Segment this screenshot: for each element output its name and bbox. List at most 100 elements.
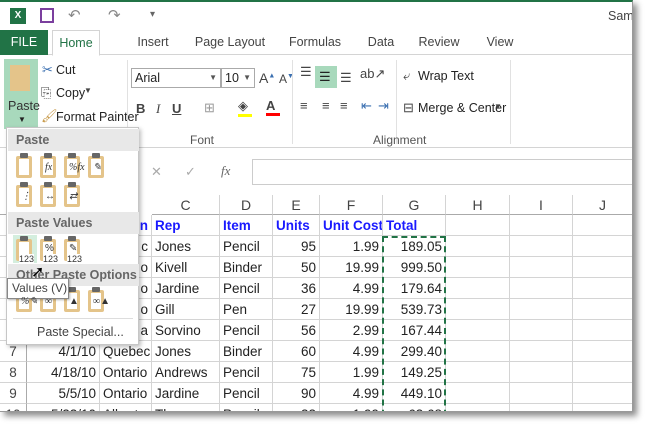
cell[interactable] xyxy=(446,215,510,236)
cell-units[interactable]: 56 xyxy=(273,320,320,341)
cell[interactable] xyxy=(446,236,510,257)
cell[interactable] xyxy=(446,383,510,404)
cell[interactable] xyxy=(446,362,510,383)
cell-rep[interactable]: Jardine xyxy=(152,383,220,404)
align-center-icon[interactable]: ≡ xyxy=(322,98,330,113)
align-right-icon[interactable]: ≡ xyxy=(340,98,348,113)
no-borders-icon[interactable]: ⋮ xyxy=(13,181,37,209)
cell[interactable] xyxy=(510,257,573,278)
tab-insert[interactable]: Insert xyxy=(130,30,176,55)
cell-total[interactable]: 999.50 xyxy=(383,257,446,278)
align-top-icon[interactable]: ☰ xyxy=(300,64,312,80)
cell[interactable] xyxy=(446,320,510,341)
paste-icon[interactable] xyxy=(13,152,37,180)
paste-formulas-icon[interactable]: fx xyxy=(37,152,61,180)
redo-icon[interactable]: ↷ xyxy=(108,6,121,24)
cell[interactable] xyxy=(573,299,632,320)
cell-total[interactable]: 299.40 xyxy=(383,341,446,362)
copy-dropdown-icon[interactable]: ▼ xyxy=(84,86,92,95)
column-header-g[interactable]: G xyxy=(383,195,446,215)
cell[interactable] xyxy=(573,362,632,383)
cell-rep[interactable]: Kivell xyxy=(152,257,220,278)
cell-item[interactable]: Pen xyxy=(220,299,273,320)
column-header-e[interactable]: E xyxy=(273,195,320,215)
cell-rep[interactable]: Thompson xyxy=(152,404,220,411)
underline-button[interactable]: U xyxy=(172,101,181,116)
align-left-icon[interactable]: ≡ xyxy=(300,98,308,113)
cell[interactable] xyxy=(446,404,510,411)
cell[interactable] xyxy=(573,215,632,236)
tab-review[interactable]: Review xyxy=(414,30,464,55)
cell-item[interactable]: Binder xyxy=(220,341,273,362)
cell-rep[interactable]: Jones xyxy=(152,341,220,362)
borders-icon[interactable]: ⊞ xyxy=(204,100,215,116)
cell[interactable] xyxy=(446,299,510,320)
cell-total[interactable]: 167.44 xyxy=(383,320,446,341)
decrease-indent-icon[interactable]: ⇤ xyxy=(361,98,372,114)
fill-color-icon[interactable]: ◈ xyxy=(238,98,252,117)
column-header-j[interactable]: J xyxy=(573,195,632,215)
cell[interactable] xyxy=(573,257,632,278)
cell[interactable] xyxy=(573,236,632,257)
cell-item[interactable]: Pencil xyxy=(220,383,273,404)
values-source-formatting-icon[interactable]: ✎ 123 xyxy=(61,235,85,264)
values-number-format-icon[interactable]: % 123 xyxy=(37,235,61,264)
header-cell-item[interactable]: Item xyxy=(220,215,273,236)
tab-home[interactable]: Home xyxy=(52,30,100,56)
tab-data[interactable]: Data xyxy=(362,30,400,55)
cell-unit-cost[interactable]: 4.99 xyxy=(320,341,383,362)
header-cell-unit_cost[interactable]: Unit Cost xyxy=(320,215,383,236)
font-name-combo[interactable]: Arial ▼ xyxy=(131,68,221,88)
cancel-icon[interactable]: ✕ xyxy=(151,164,162,180)
column-header-d[interactable]: D xyxy=(220,195,273,215)
save-icon[interactable] xyxy=(40,8,54,23)
customize-qat-icon[interactable]: ▾ xyxy=(150,9,155,20)
cell-item[interactable]: Pencil xyxy=(220,404,273,411)
keep-source-formatting-icon[interactable]: ✎ xyxy=(85,152,109,180)
align-bottom-icon[interactable]: ☰ xyxy=(340,70,352,86)
wrap-text-button[interactable]: Wrap Text xyxy=(418,69,474,83)
cell-units[interactable]: 36 xyxy=(273,278,320,299)
cut-button[interactable]: Cut xyxy=(56,63,75,77)
merge-dropdown-icon[interactable]: ▼ xyxy=(494,102,502,111)
cell-unit-cost[interactable]: 4.99 xyxy=(320,278,383,299)
cell[interactable] xyxy=(573,341,632,362)
cell-units[interactable]: 60 xyxy=(273,341,320,362)
cell-unit-cost[interactable]: 1.99 xyxy=(320,404,383,411)
cell[interactable] xyxy=(510,278,573,299)
formula-input[interactable] xyxy=(252,159,632,185)
copy-button[interactable]: Copy xyxy=(56,86,85,100)
cell-units[interactable]: 27 xyxy=(273,299,320,320)
cell-total[interactable]: 449.10 xyxy=(383,383,446,404)
font-size-combo[interactable]: 10 ▼ xyxy=(221,68,255,88)
insert-function-icon[interactable]: fx xyxy=(221,163,230,179)
cell[interactable] xyxy=(446,341,510,362)
enter-icon[interactable]: ✓ xyxy=(185,164,196,180)
cell-rep[interactable]: Andrews xyxy=(152,362,220,383)
cell-units[interactable]: 50 xyxy=(273,257,320,278)
cell-rep[interactable]: Gill xyxy=(152,299,220,320)
cell-rep[interactable]: Jones xyxy=(152,236,220,257)
cell-unit-cost[interactable]: 19.99 xyxy=(320,299,383,320)
cell[interactable] xyxy=(510,236,573,257)
tab-page-layout[interactable]: Page Layout xyxy=(190,30,270,55)
paste-special-item[interactable]: Paste Special... xyxy=(37,325,124,339)
cell[interactable] xyxy=(510,362,573,383)
cell-region[interactable]: Ontario xyxy=(100,383,152,404)
cell-total[interactable]: 63.68 xyxy=(383,404,446,411)
cell-item[interactable]: Pencil xyxy=(220,278,273,299)
transpose-icon[interactable]: ⇄ xyxy=(61,181,85,209)
cell[interactable] xyxy=(510,299,573,320)
cell-units[interactable]: 75 xyxy=(273,362,320,383)
cell[interactable] xyxy=(510,215,573,236)
row-header[interactable]: 9 xyxy=(0,383,27,404)
cell[interactable] xyxy=(510,341,573,362)
cell[interactable] xyxy=(446,278,510,299)
cell-date[interactable]: 5/22/10 xyxy=(27,404,100,411)
cell[interactable] xyxy=(573,404,632,411)
cell-region[interactable]: Alberta xyxy=(100,404,152,411)
cell-item[interactable]: Binder xyxy=(220,257,273,278)
cell[interactable] xyxy=(573,383,632,404)
merge-center-button[interactable]: Merge & Center xyxy=(418,101,506,115)
tab-view[interactable]: View xyxy=(480,30,520,55)
